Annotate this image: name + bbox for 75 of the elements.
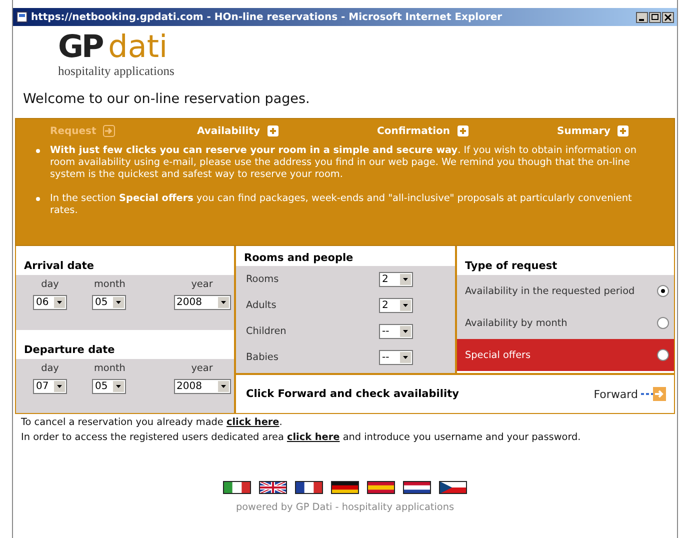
field-label: Babies	[246, 352, 278, 362]
option-row[interactable]: Availability in the requested period	[457, 275, 674, 307]
section-title: Departure date	[24, 344, 115, 356]
dropdown[interactable]: 07	[33, 378, 67, 394]
flag-icon[interactable]	[259, 481, 287, 494]
dropdown[interactable]: 2008	[174, 295, 230, 310]
flag-icon[interactable]	[295, 481, 323, 494]
close-icon[interactable]	[662, 12, 674, 22]
option-label: Availability in the requested period	[465, 286, 635, 296]
forward-prompt: Click Forward and check availability	[246, 388, 459, 400]
dropdown[interactable]: 2	[379, 298, 413, 312]
plus-icon	[267, 125, 279, 137]
caret-icon	[54, 380, 65, 392]
caret-icon	[218, 297, 228, 308]
field-label: month	[94, 279, 126, 290]
info-sentence: To cancel a reservation you already made click here.	[21, 417, 284, 428]
caret-icon	[113, 380, 124, 392]
caret-icon	[218, 380, 228, 392]
flag-icon[interactable]	[367, 481, 395, 494]
field-label: Rooms	[246, 274, 279, 284]
caret-icon	[54, 297, 65, 308]
option-row[interactable]: Availability by month	[457, 307, 674, 339]
welcome-heading: Welcome to our on-line reservation pages.	[23, 91, 311, 107]
section-title: Arrival date	[24, 260, 94, 272]
field-label: Adults	[246, 300, 276, 310]
arrow-icon	[640, 387, 666, 401]
logo-mark: GP	[58, 32, 102, 62]
info-sentence: In order to access the registered users dedicated area click here and introduce you username and your password.	[21, 432, 582, 443]
dropdown[interactable]: --	[379, 350, 413, 364]
arrow-icon	[103, 125, 116, 137]
caret-icon	[113, 297, 124, 308]
flag-icon[interactable]	[331, 481, 359, 494]
radio-button[interactable]	[657, 349, 669, 361]
dropdown[interactable]: 05	[92, 378, 126, 394]
forward-link[interactable]: Forward	[594, 387, 666, 401]
dropdown[interactable]: 05	[92, 295, 126, 310]
footer-credit: powered by GP Dati - hospitality applications	[234, 502, 456, 513]
field-label: year	[191, 279, 213, 290]
caret-icon	[400, 352, 411, 362]
dropdown[interactable]: 06	[33, 295, 67, 310]
bullet-icon	[36, 197, 40, 201]
flag-icon[interactable]	[223, 481, 251, 494]
section-title: Rooms and people	[244, 252, 354, 264]
field-label: year	[191, 362, 213, 374]
flag-icon[interactable]	[403, 481, 431, 494]
field-label: day	[41, 279, 59, 290]
field-label: Children	[246, 326, 286, 336]
caret-icon	[400, 274, 411, 284]
radio-button[interactable]	[657, 317, 669, 329]
option-label: Availability by month	[465, 318, 568, 328]
page-icon	[16, 11, 28, 23]
minimize-icon[interactable]	[636, 12, 648, 22]
dropdown[interactable]: 2	[379, 272, 413, 286]
option-label: Special offers	[465, 350, 531, 360]
field-label: day	[41, 362, 59, 374]
logo-tagline: hospitality applications	[58, 64, 174, 79]
click-here-link[interactable]: click here	[286, 432, 340, 443]
option-row[interactable]: Special offers	[457, 339, 674, 371]
caret-icon	[400, 326, 411, 336]
dropdown[interactable]: --	[379, 324, 413, 338]
radio-button[interactable]	[657, 285, 669, 297]
plus-icon	[617, 125, 630, 137]
flag-icon[interactable]	[439, 481, 467, 494]
dropdown[interactable]: 2008	[174, 378, 230, 394]
logo-word: dati	[108, 32, 168, 62]
field-label: month	[94, 362, 126, 374]
plus-icon	[457, 125, 470, 137]
caret-icon	[400, 300, 411, 310]
bullet-icon	[36, 149, 40, 153]
intro-paragraph: With just few clicks you can reserve your room in a simple and secure way. If you wish to obtain information on room availability using e-mail, please use the address you find in our web page. We remind you though that the on-line system is the quickest and safest way to reserve your room.	[50, 145, 638, 181]
click-here-link[interactable]: click here	[226, 417, 280, 428]
section-title: Type of request	[465, 260, 558, 272]
maximize-icon[interactable]	[649, 12, 661, 22]
intro-paragraph: In the section Special offers you can find packages, week-ends and "all-inclusive" proposals at particularly convenient rates.	[50, 193, 633, 217]
window-title: https://netbooking.gpdati.com - HOn-line reservations - Microsoft Internet Explorer	[31, 12, 502, 22]
